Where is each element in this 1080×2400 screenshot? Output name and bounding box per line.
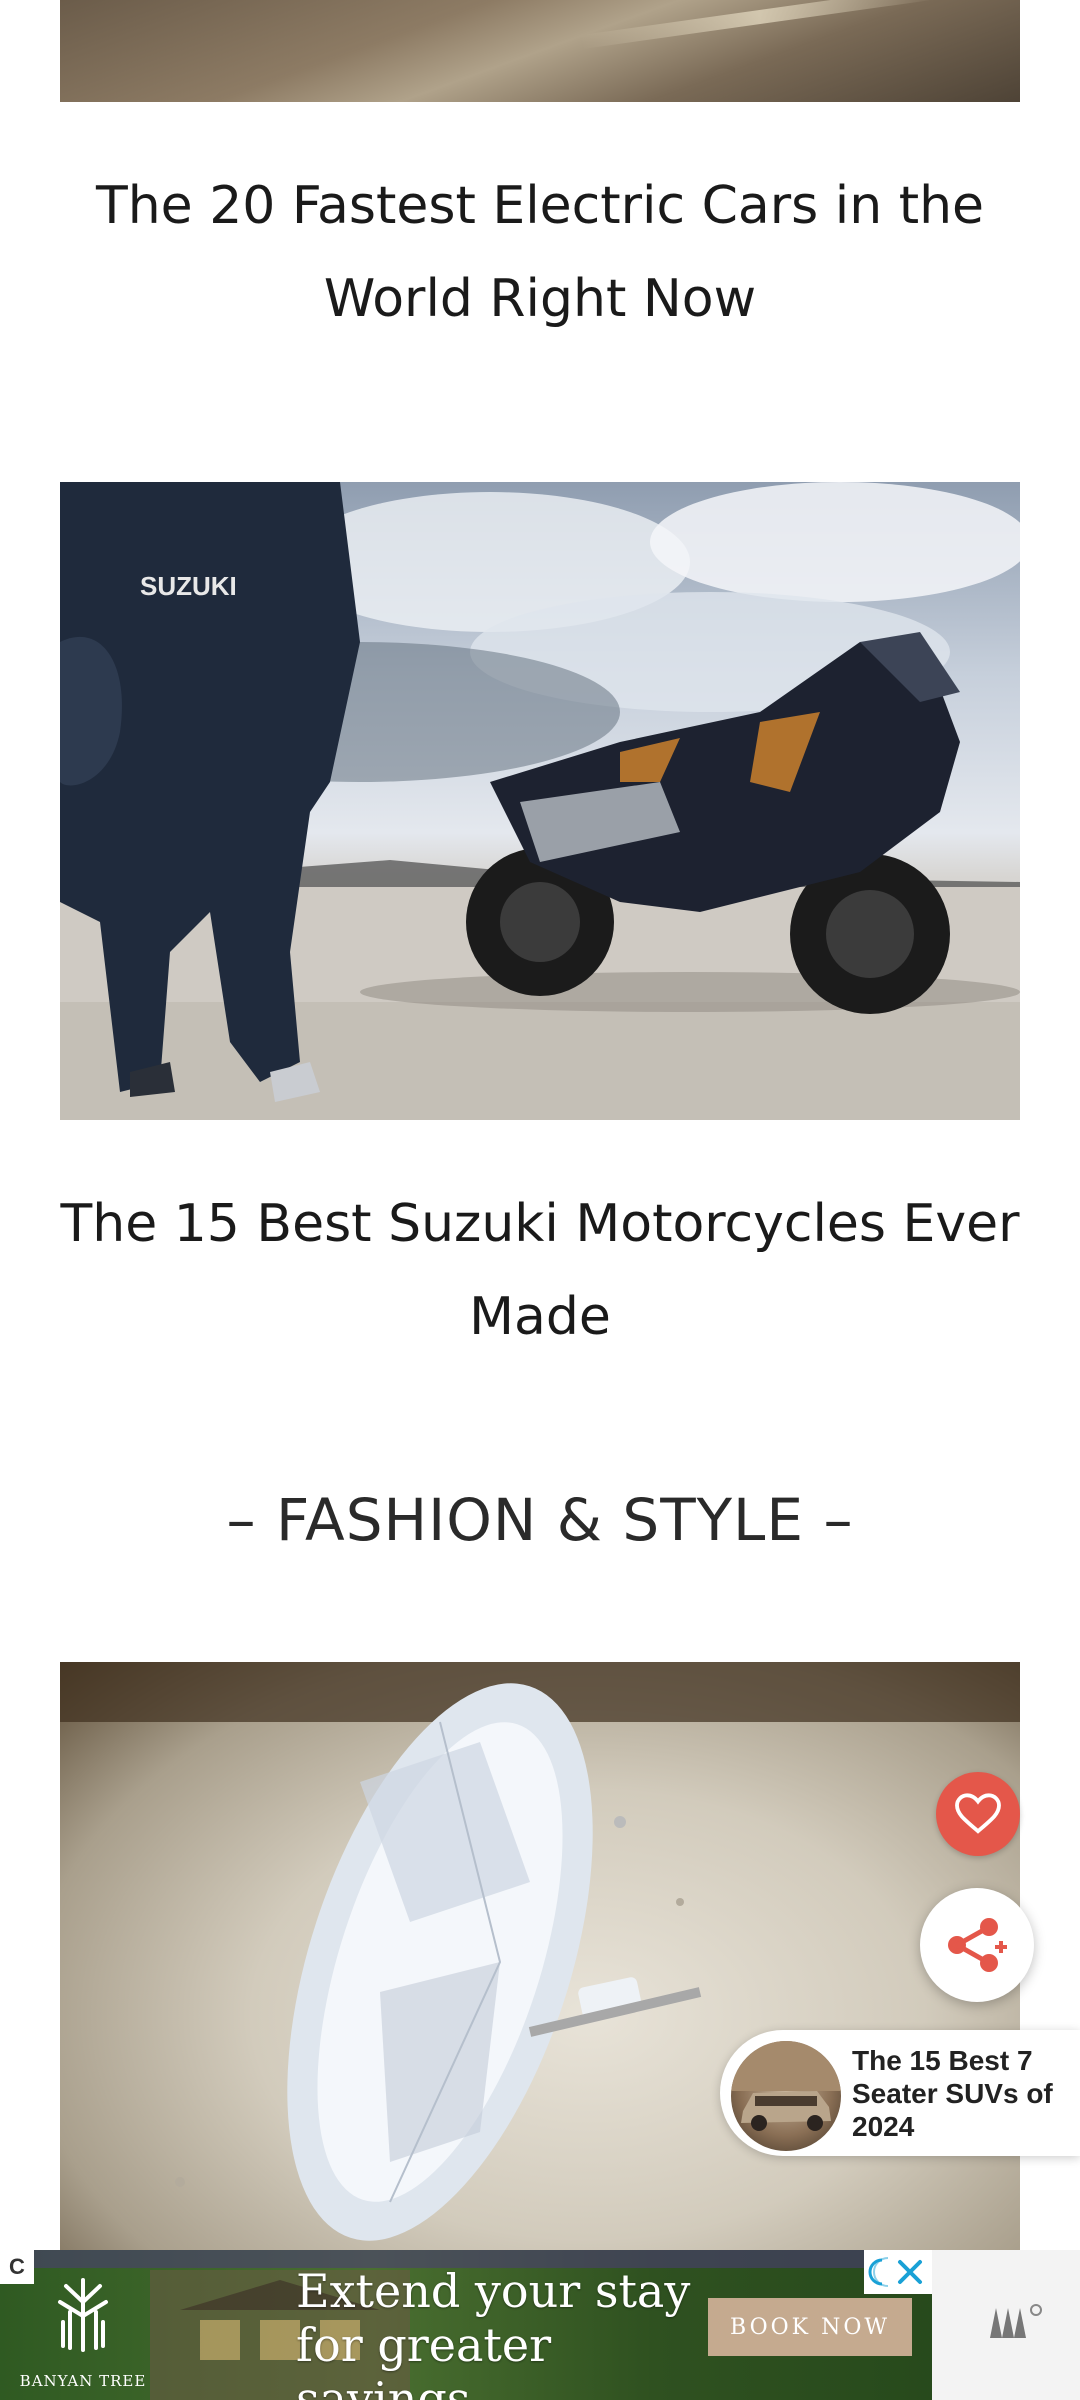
banyan-tree-icon: [58, 2278, 108, 2352]
banyan-tree-logo: BANYAN TREE: [18, 2272, 148, 2392]
related-article-thumbnail: [728, 2038, 844, 2154]
article-title-suzuki[interactable]: The 15 Best Suzuki Motorcycles Ever Made: [60, 1178, 1020, 1364]
heart-icon: [955, 1793, 1001, 1834]
diamond-ring-article-image[interactable]: [60, 1662, 1020, 2250]
share-icon: [948, 1918, 1007, 1972]
side-ad-widget[interactable]: [932, 2250, 1080, 2400]
suv-thumbnail-image: [731, 2041, 841, 2131]
share-button[interactable]: [920, 1888, 1034, 2002]
ad-banner[interactable]: C BANYAN TREE Extend your stay for great…: [0, 2250, 932, 2400]
page: The 20 Fastest Electric Cars in the Worl…: [0, 0, 1080, 2400]
section-heading-fashion: – FASHION & STYLE –: [226, 1486, 854, 1554]
diamond-ring-illustration: [60, 1662, 1020, 2241]
widget-logo: [986, 2302, 1046, 2346]
related-article-title: The 15 Best 7 Seater SUVs of 2024: [852, 2045, 1053, 2142]
ad-info-icon[interactable]: [868, 2254, 928, 2290]
publisher-logo-icon: [990, 2304, 1042, 2338]
suzuki-image-illustration: SUZUKI: [60, 482, 1020, 1120]
related-article-card[interactable]: The 15 Best 7 Seater SUVs of 2024: [720, 2030, 1080, 2156]
ad-headline-line-1: Extend your stay: [296, 2264, 691, 2318]
ad-close-controls[interactable]: [864, 2250, 932, 2294]
electric-cars-article-image[interactable]: [60, 0, 1020, 102]
image-light-streak: [580, 0, 940, 49]
article-title-electric-cars[interactable]: The 20 Fastest Electric Cars in the Worl…: [60, 160, 1020, 346]
ad-book-now-button[interactable]: BOOK NOW: [708, 2298, 912, 2356]
close-icon[interactable]: [898, 2260, 922, 2284]
suzuki-logo-text: SUZUKI: [140, 571, 237, 601]
like-button[interactable]: [936, 1772, 1020, 1856]
ad-headline-line-2: for greater savings: [296, 2318, 552, 2400]
suzuki-article-image[interactable]: SUZUKI: [60, 482, 1020, 1120]
ad-brand-name: BANYAN TREE: [19, 2372, 147, 2390]
ad-headline: Extend your stay for greater savings: [296, 2264, 716, 2400]
